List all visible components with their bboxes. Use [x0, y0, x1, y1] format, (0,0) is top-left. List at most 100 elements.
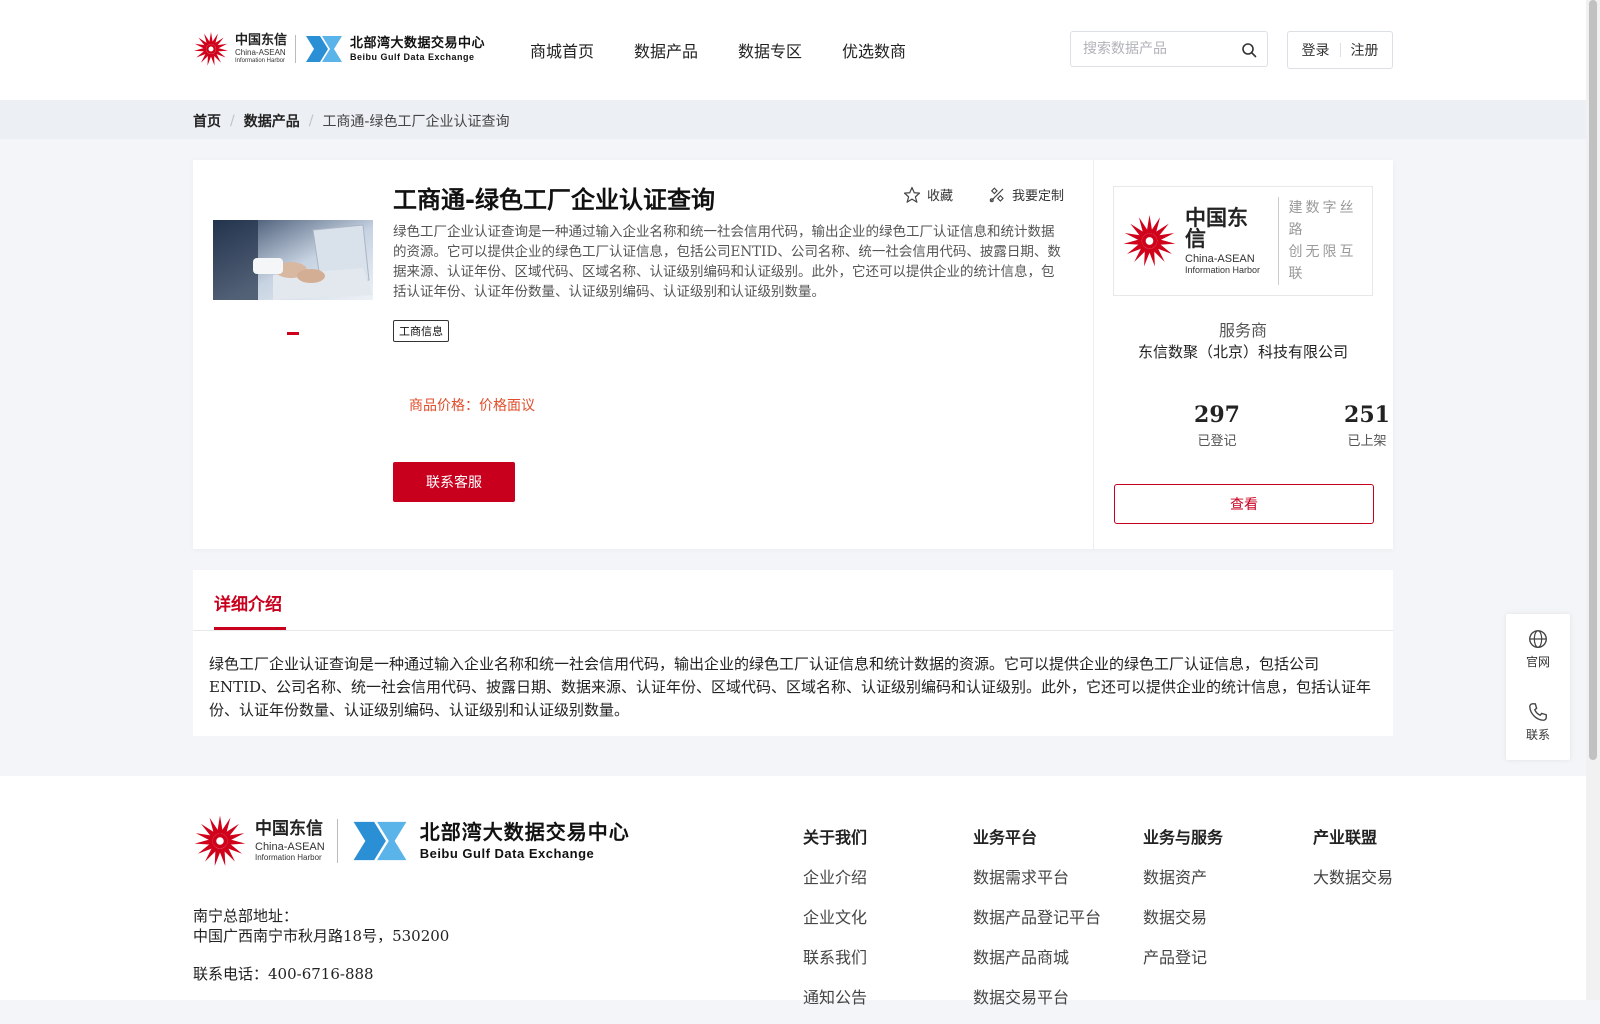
- footer-link[interactable]: 数据产品商城: [973, 944, 1101, 968]
- sunburst-logo-icon: [194, 32, 228, 66]
- provider-logo-en1: China-ASEAN: [1185, 252, 1255, 265]
- footer-link[interactable]: 通知公告: [803, 984, 867, 1008]
- footer-col-platforms: 业务平台 数据需求平台 数据产品登记平台 数据产品商城 数据交易平台: [973, 824, 1101, 1024]
- favorite-label: 收藏: [927, 189, 954, 204]
- official-site-label: 官网: [1525, 655, 1550, 669]
- scrollbar-thumb[interactable]: [1589, 0, 1597, 760]
- footer-bbdx-cn: 北部湾大数据交易中心: [419, 819, 630, 844]
- china-asean-logo-en2: Information Harbor: [235, 58, 286, 64]
- auth-box: 登录 注册: [1287, 31, 1393, 69]
- price-value: 价格面议: [479, 398, 535, 414]
- product-title: 工商通-绿色工厂企业认证查询: [393, 186, 715, 214]
- breadcrumb: 首页 / 数据产品 / 工商通-绿色工厂企业认证查询: [193, 111, 510, 131]
- provider-label: 服务商: [1218, 321, 1267, 340]
- stat-value: 251: [1344, 402, 1390, 428]
- contact-service-button[interactable]: 联系客服: [393, 462, 515, 502]
- category-tag: 工商信息: [393, 320, 449, 342]
- star-icon: [903, 186, 921, 203]
- nav-item-preferred-merchants[interactable]: 优选数商: [842, 38, 906, 62]
- carousel-indicator[interactable]: [287, 332, 299, 335]
- search-icon[interactable]: [1241, 42, 1257, 58]
- footer-col-about: 关于我们 企业介绍 企业文化 联系我们 通知公告: [803, 824, 867, 1024]
- stat-label: 已登记: [1197, 434, 1237, 449]
- china-asean-logo-en1: China-ASEAN: [235, 48, 286, 57]
- login-link[interactable]: 登录: [1302, 40, 1330, 60]
- address-value: 中国广西南宁市秋月路18号，530200: [193, 927, 450, 945]
- address-label: 南宁总部地址：: [193, 907, 299, 925]
- header-logos[interactable]: 中国东信 China-ASEAN Information Harbor 北部湾大…: [193, 30, 485, 68]
- favorite-button[interactable]: 收藏: [903, 185, 953, 204]
- footer-col-services: 业务与服务 数据资产 数据交易 产品登记: [1143, 824, 1223, 984]
- auth-divider: [1339, 43, 1341, 57]
- phone-icon: [1529, 703, 1547, 721]
- stat-listed: 251 已上架: [1317, 402, 1417, 449]
- official-site-button[interactable]: 官网: [1506, 628, 1570, 670]
- footer-phone: 联系电话：400-6716-888: [193, 965, 374, 983]
- footer-link[interactable]: 数据交易: [1143, 904, 1223, 928]
- provider-name: 东信数聚（北京）科技有限公司: [1137, 343, 1348, 361]
- price-label: 商品价格：: [409, 398, 479, 414]
- footer-col-title: 关于我们: [803, 828, 868, 847]
- bbdx-logo-icon: [353, 821, 407, 861]
- footer-link[interactable]: 产品登记: [1143, 944, 1223, 968]
- breadcrumb-home[interactable]: 首页: [193, 111, 221, 131]
- footer-link[interactable]: 数据需求平台: [973, 864, 1101, 888]
- footer-link[interactable]: 数据产品登记平台: [973, 904, 1101, 928]
- footer-link[interactable]: 企业介绍: [803, 864, 867, 888]
- nav-item-data-products[interactable]: 数据产品: [634, 38, 698, 62]
- site-header: 中国东信 China-ASEAN Information Harbor 北部湾大…: [0, 0, 1586, 100]
- slogan-line-1: 建数字丝路: [1288, 200, 1357, 238]
- breadcrumb-separator: /: [308, 113, 314, 129]
- footer-link[interactable]: 大数据交易: [1313, 864, 1393, 888]
- footer-logo-cn: 中国东信: [255, 818, 323, 839]
- breadcrumb-data-products[interactable]: 数据产品: [244, 111, 300, 131]
- nav-item-data-zone[interactable]: 数据专区: [738, 38, 802, 62]
- tab-active-underline: [214, 627, 286, 630]
- register-link[interactable]: 注册: [1351, 40, 1379, 60]
- provider-logo-en2: Information Harbor: [1185, 264, 1261, 275]
- search-box: [1070, 31, 1268, 67]
- beibu-gulf-logo: 北部湾大数据交易中心 Beibu Gulf Data Exchange: [304, 34, 485, 64]
- logo-divider: [295, 35, 297, 63]
- footer-col-title: 产业联盟: [1313, 828, 1378, 847]
- contact-float-button[interactable]: 联系: [1506, 701, 1570, 743]
- breadcrumb-current: 工商通-绿色工厂企业认证查询: [322, 114, 510, 130]
- footer-col-alliance: 产业联盟 大数据交易: [1313, 824, 1393, 904]
- bbdx-logo-cn: 北部湾大数据交易中心: [350, 35, 486, 51]
- tab-detail[interactable]: 详细介绍: [214, 590, 282, 615]
- footer-logo-en2: Information Harbor: [255, 852, 322, 862]
- detail-section: 详细介绍 绿色工厂企业认证查询是一种通过输入企业名称和统一社会信用代码，输出企业…: [193, 570, 1393, 736]
- footer-col-title: 业务平台: [973, 828, 1038, 847]
- customize-button[interactable]: 我要定制: [988, 185, 1064, 204]
- provider-slogan: 建数字丝路 创无限互联: [1277, 197, 1372, 285]
- footer-col-title: 业务与服务: [1143, 828, 1224, 847]
- view-provider-button[interactable]: 查看: [1114, 484, 1374, 524]
- product-card: 工商通-绿色工厂企业认证查询 收藏 我要定制 绿色工厂企业认证查询是一种通过输入…: [193, 160, 1393, 549]
- nav-item-mall-home[interactable]: 商城首页: [530, 38, 594, 62]
- customize-icon: [989, 186, 1004, 202]
- search-input[interactable]: [1081, 40, 1235, 58]
- footer-bbdx-text: 北部湾大数据交易中心 Beibu Gulf Data Exchange: [420, 822, 630, 861]
- product-description: 绿色工厂企业认证查询是一种通过输入企业名称和统一社会信用代码，输出企业的绿色工厂…: [393, 224, 1061, 300]
- customize-label: 我要定制: [1012, 189, 1065, 204]
- sunburst-logo-icon: [194, 815, 246, 866]
- footer-link[interactable]: 数据交易平台: [973, 984, 1101, 1008]
- footer-link[interactable]: 联系我们: [803, 944, 867, 968]
- detail-tabs: 详细介绍: [193, 570, 1393, 631]
- stat-label: 已上架: [1347, 434, 1387, 449]
- sunburst-logo-icon: [1123, 215, 1176, 267]
- product-price: 商品价格：价格面议: [409, 395, 535, 415]
- main-nav: 商城首页 数据产品 数据专区 优选数商: [530, 38, 946, 62]
- breadcrumb-separator: /: [230, 113, 235, 129]
- footer-link[interactable]: 数据资产: [1143, 864, 1223, 888]
- slogan-line-2: 创无限互联: [1288, 244, 1357, 282]
- footer-bbdx-en: Beibu Gulf Data Exchange: [419, 845, 595, 861]
- product-thumbnail[interactable]: [213, 220, 373, 300]
- stat-value: 297: [1194, 402, 1240, 428]
- provider-logo-cn: 中国东信: [1185, 205, 1248, 251]
- contact-float-label: 联系: [1525, 728, 1550, 742]
- footer-logo-en1: China-ASEAN: [255, 840, 325, 853]
- bbdx-logo-icon: [306, 36, 343, 62]
- footer-link[interactable]: 企业文化: [803, 904, 867, 928]
- globe-icon: [1529, 630, 1547, 648]
